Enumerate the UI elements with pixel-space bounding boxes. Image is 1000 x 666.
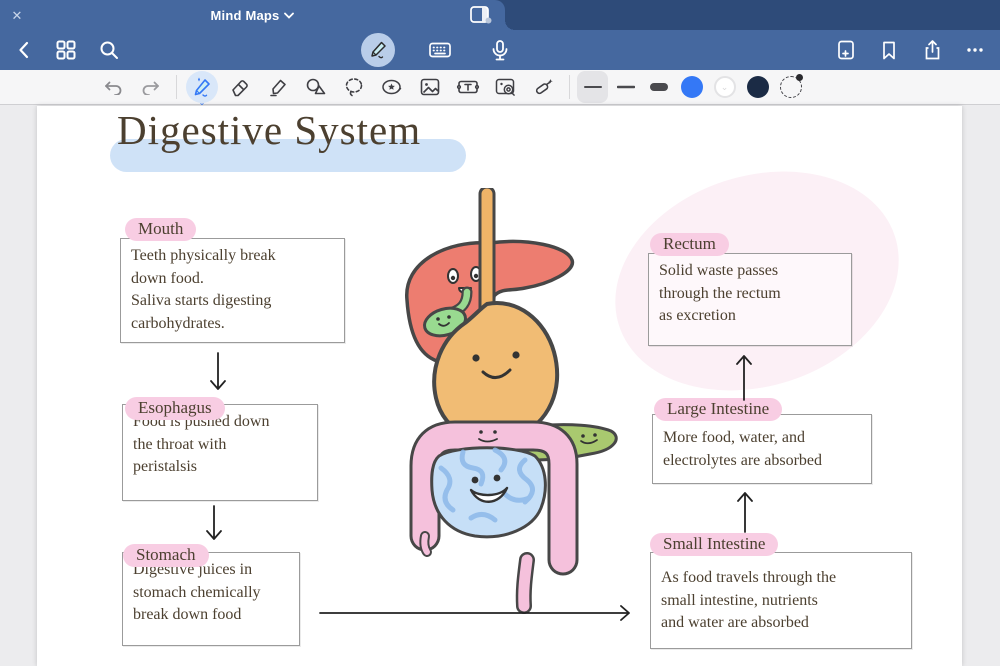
pancreas-face <box>580 433 598 445</box>
node-box-large-intestine: More food, water, and electrolytes are a… <box>652 414 872 484</box>
document-title-text: Mind Maps <box>210 7 280 23</box>
navbar-right-group <box>831 35 990 65</box>
ribbon-divider-2 <box>569 75 570 99</box>
node-label-large-intestine: Large Intestine <box>654 398 783 421</box>
node-box-rectum: Solid waste passes through the rectum as… <box>648 253 852 346</box>
node-body-stomach: Digestive juices in stomach chemically b… <box>133 561 261 624</box>
stomach-shape <box>432 301 560 443</box>
add-color-icon[interactable] <box>779 74 803 98</box>
node-body-rectum: Solid waste passes through the rectum as… <box>659 262 781 325</box>
digestive-system-illustration <box>405 188 618 614</box>
gallbladder-shape <box>422 286 473 338</box>
chevron-down-icon <box>284 12 295 19</box>
rectum-outline <box>515 552 535 614</box>
node-body-small-intestine: As food travels through the small intest… <box>661 569 837 632</box>
image-tool[interactable] <box>411 72 449 102</box>
document-title[interactable]: Mind Maps <box>0 0 505 30</box>
liver-shape <box>405 239 574 365</box>
add-page-icon[interactable] <box>831 35 861 65</box>
thumbnail-grid-icon[interactable] <box>51 35 81 65</box>
stroke-style-group: ⌄ <box>576 71 807 103</box>
canvas-background: Digestive System Mouth Teeth physically … <box>0 106 1000 666</box>
node-label-rectum: Rectum <box>650 233 729 256</box>
search-icon[interactable] <box>94 35 124 65</box>
node-body-esophagus: Food is pushed down the throat with peri… <box>133 413 270 476</box>
node-box-mouth: Teeth physically break down food. Saliva… <box>120 238 345 343</box>
laser-pointer-tool[interactable] <box>525 72 563 102</box>
stomach-face <box>472 351 520 379</box>
duodenum-outline <box>441 429 467 460</box>
page-title: Digestive System <box>117 107 422 153</box>
pen-tool[interactable]: ⌄ <box>183 71 221 107</box>
thickness-medium[interactable] <box>609 72 642 102</box>
pancreas-shape <box>466 423 618 462</box>
keyboard-icon[interactable] <box>425 35 455 65</box>
node-label-mouth: Mouth <box>125 218 197 241</box>
navbar-left-group <box>8 35 124 65</box>
notebook-page[interactable]: Digestive System Mouth Teeth physically … <box>37 106 962 666</box>
node-label-stomach: Stomach <box>123 544 209 567</box>
goodnotes-app: ✕ Mind Maps ⌄ ⌄ Digestive System Mouth T… <box>0 0 1000 666</box>
small-intestine-shape <box>430 446 547 539</box>
pen-mode-toggle[interactable] <box>361 33 395 67</box>
thickness-thick[interactable] <box>642 72 675 102</box>
colon-face <box>478 430 498 443</box>
color-swatch-blue[interactable] <box>680 76 703 98</box>
ribbon-divider <box>176 75 177 99</box>
history-group <box>94 72 170 102</box>
text-tool[interactable] <box>449 72 487 102</box>
back-icon[interactable] <box>8 35 38 65</box>
eraser-tool[interactable] <box>221 72 259 102</box>
node-label-esophagus: Esophagus <box>125 397 225 420</box>
color-swatch-white-selected[interactable]: ⌄ <box>713 76 736 98</box>
active-document-tab[interactable]: ✕ Mind Maps <box>0 0 515 30</box>
large-intestine-shape <box>409 420 579 576</box>
rectum-tube <box>518 554 533 612</box>
more-icon[interactable] <box>960 35 990 65</box>
redo-icon[interactable] <box>132 72 170 102</box>
tab-overview-icon[interactable] <box>470 6 492 24</box>
lasso-tool[interactable] <box>335 72 373 102</box>
node-box-small-intestine: As food travels through the small intest… <box>650 552 912 649</box>
color-swatch-navy[interactable] <box>746 76 769 98</box>
node-body-large-intestine: More food, water, and electrolytes are a… <box>663 429 823 469</box>
microphone-icon[interactable] <box>485 35 515 65</box>
duodenum-tube <box>443 431 465 458</box>
pen-mode-icon <box>371 41 386 59</box>
stickers-tool[interactable] <box>373 72 411 102</box>
thickness-thin-selected[interactable] <box>576 71 609 103</box>
tools-group: ⌄ <box>183 71 563 107</box>
shapes-tool[interactable] <box>297 72 335 102</box>
node-label-small-intestine: Small Intestine <box>650 533 779 556</box>
bookmark-icon[interactable] <box>874 35 904 65</box>
undo-icon[interactable] <box>94 72 132 102</box>
window-tab-bar: ✕ Mind Maps <box>0 0 1000 30</box>
liver-face <box>447 266 482 294</box>
share-icon[interactable] <box>917 35 947 65</box>
navbar-center-group <box>361 33 515 67</box>
highlighter-tool[interactable] <box>259 72 297 102</box>
elements-tool[interactable] <box>487 72 525 102</box>
navbar <box>0 30 1000 70</box>
node-body-mouth: Teeth physically break down food. Saliva… <box>131 247 276 333</box>
tool-ribbon: ⌄ ⌄ <box>0 70 1000 107</box>
